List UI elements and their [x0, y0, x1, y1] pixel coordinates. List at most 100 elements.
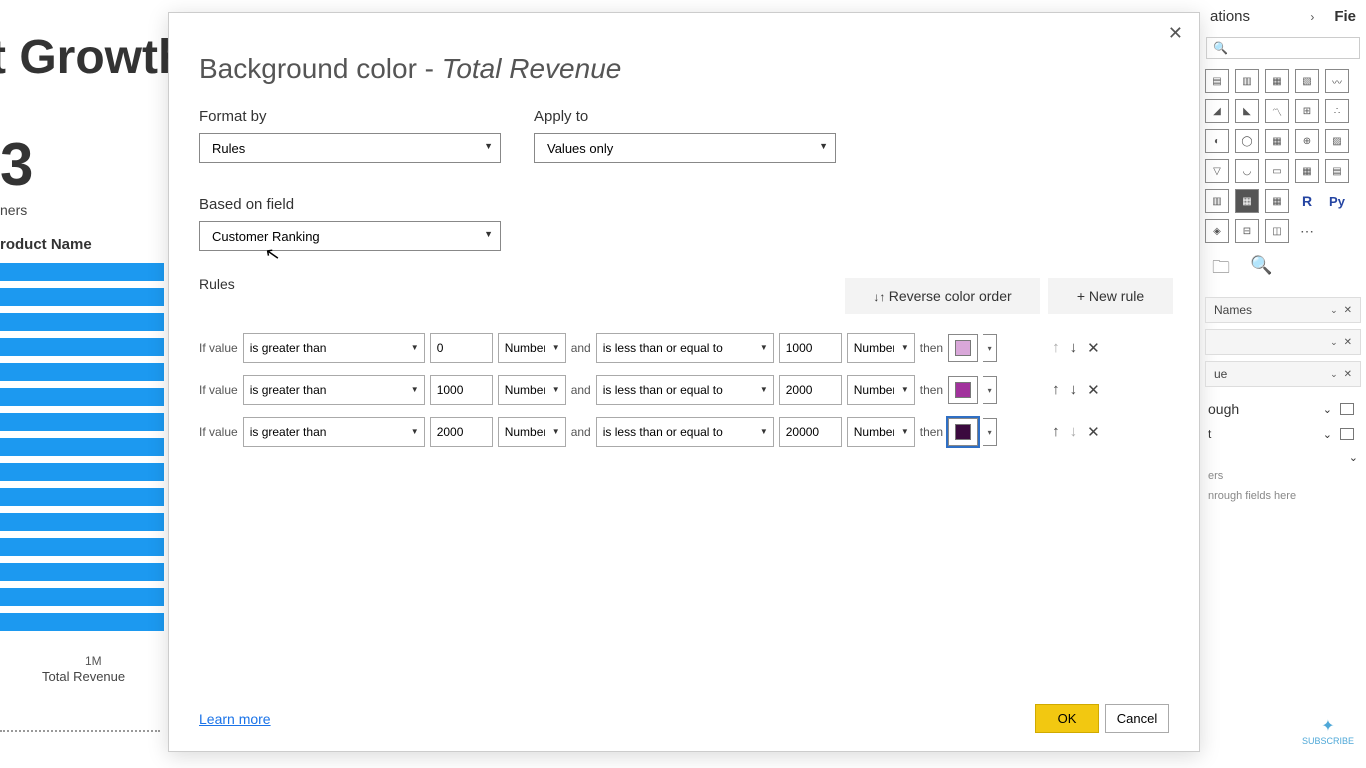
- move-down-icon[interactable]: ↓: [1070, 339, 1078, 357]
- based-on-field-select[interactable]: Customer Ranking: [199, 221, 501, 251]
- viz-stacked-area-icon[interactable]: ◣: [1235, 99, 1259, 123]
- delete-rule-icon[interactable]: ✕: [1087, 381, 1100, 399]
- viz-clustered-col-icon[interactable]: ▧: [1295, 69, 1319, 93]
- viz-filled-map-icon[interactable]: ▨: [1325, 129, 1349, 153]
- apply-to-label: Apply to: [534, 108, 836, 125]
- visual-title-partial: t Growth: [0, 30, 187, 85]
- delete-rule-icon[interactable]: ✕: [1087, 423, 1100, 441]
- rule-type1-select[interactable]: Number: [498, 375, 566, 405]
- viz-pie-icon[interactable]: ◐: [1205, 129, 1229, 153]
- fields-tab-icon[interactable]: 🗀: [1212, 255, 1230, 285]
- rule-if-label: If value: [199, 341, 238, 355]
- move-up-icon[interactable]: ↑: [1052, 339, 1060, 357]
- rule-type1-select[interactable]: Number: [498, 417, 566, 447]
- viz-scatter-icon[interactable]: ∴: [1325, 99, 1349, 123]
- format-by-select[interactable]: Rules: [199, 133, 501, 163]
- viz-qa-icon[interactable]: ◫: [1265, 219, 1289, 243]
- rule-type2-select[interactable]: Number: [847, 375, 915, 405]
- rule-op1-select[interactable]: is greater than: [243, 417, 425, 447]
- field-ue-value[interactable]: ue ⌄ ✕: [1205, 361, 1361, 387]
- rule-color-picker[interactable]: [948, 334, 978, 362]
- rule-and-label: and: [571, 383, 591, 397]
- rule-color-picker[interactable]: [948, 376, 978, 404]
- viz-stacked-col-icon[interactable]: ▦: [1265, 69, 1289, 93]
- new-rule-button[interactable]: New rule: [1048, 278, 1173, 314]
- rule-op2-select[interactable]: is less than or equal to: [596, 375, 774, 405]
- viz-card-icon[interactable]: ▭: [1265, 159, 1289, 183]
- color-dropdown-icon[interactable]: ▾: [983, 376, 997, 404]
- move-up-icon[interactable]: ↑: [1052, 423, 1060, 441]
- chevron-right-icon: ›: [1310, 10, 1314, 24]
- viz-table-icon[interactable]: ▦: [1235, 189, 1259, 213]
- fields-search-input[interactable]: 🔍: [1206, 37, 1360, 59]
- color-swatch: [955, 424, 971, 440]
- keep-filters-row[interactable]: ⌄: [1200, 443, 1366, 466]
- close-icon[interactable]: ✕: [1160, 19, 1191, 48]
- rule-val2-input[interactable]: [779, 417, 842, 447]
- viz-clustered-bar-icon[interactable]: ▥: [1235, 69, 1259, 93]
- learn-more-link[interactable]: Learn more: [199, 711, 271, 727]
- viz-funnel-icon[interactable]: ▽: [1205, 159, 1229, 183]
- divider: [0, 730, 160, 732]
- viz-treemap-icon[interactable]: ▦: [1265, 129, 1289, 153]
- apply-to-select[interactable]: Values only: [534, 133, 836, 163]
- rule-type1-select[interactable]: Number: [498, 333, 566, 363]
- ok-button[interactable]: OK: [1035, 704, 1099, 733]
- move-down-icon[interactable]: ↓: [1070, 423, 1078, 441]
- visualizations-pane-header[interactable]: ations › Fie: [1200, 0, 1366, 33]
- viz-waterfall-icon[interactable]: ⊞: [1295, 99, 1319, 123]
- viz-line-icon[interactable]: 〰: [1325, 69, 1349, 93]
- rule-val1-input[interactable]: [430, 333, 493, 363]
- viz-area-icon[interactable]: ◢: [1205, 99, 1229, 123]
- viz-python-icon[interactable]: Py: [1325, 189, 1349, 213]
- cancel-button[interactable]: Cancel: [1105, 704, 1169, 733]
- rule-val1-input[interactable]: [430, 417, 493, 447]
- chevron-down-icon: ⌄: [1323, 428, 1332, 441]
- move-up-icon[interactable]: ↑: [1052, 381, 1060, 399]
- color-dropdown-icon[interactable]: ▾: [983, 418, 997, 446]
- remove-field-icon[interactable]: ✕: [1344, 337, 1352, 348]
- cross-report-row[interactable]: t ⌄: [1200, 419, 1366, 443]
- rule-type2-select[interactable]: Number: [847, 333, 915, 363]
- visualizations-grid: ▤ ▥ ▦ ▧ 〰 ◢ ◣ 〽 ⊞ ∴ ◐ ◯ ▦ ⊕ ▨ ▽ ◡ ▭ ▦ ▤ …: [1200, 63, 1366, 249]
- format-tab-icon[interactable]: 🔍: [1250, 255, 1272, 285]
- rule-val1-input[interactable]: [430, 375, 493, 405]
- card-value: 3: [0, 130, 33, 199]
- move-down-icon[interactable]: ↓: [1070, 381, 1078, 399]
- viz-matrix-icon[interactable]: ▦: [1265, 189, 1289, 213]
- rule-op2-select[interactable]: is less than or equal to: [596, 417, 774, 447]
- chevron-down-icon: ⌄: [1323, 403, 1332, 416]
- viz-more-icon[interactable]: ⋯: [1295, 219, 1319, 243]
- rule-color-picker[interactable]: [948, 418, 978, 446]
- rule-op2-select[interactable]: is less than or equal to: [596, 333, 774, 363]
- delete-rule-icon[interactable]: ✕: [1087, 339, 1100, 357]
- viz-key-influencers-icon[interactable]: ◈: [1205, 219, 1229, 243]
- rule-op1-select[interactable]: is greater than: [243, 333, 425, 363]
- field-well[interactable]: ⌄ ✕: [1205, 329, 1361, 355]
- rule-op1-select[interactable]: is greater than: [243, 375, 425, 405]
- rule-and-label: and: [571, 341, 591, 355]
- rule-then-label: then: [920, 383, 943, 397]
- rule-type2-select[interactable]: Number: [847, 417, 915, 447]
- remove-field-icon[interactable]: ✕: [1344, 305, 1352, 316]
- viz-multi-card-icon[interactable]: ▦: [1295, 159, 1319, 183]
- rule-val2-input[interactable]: [779, 333, 842, 363]
- viz-stacked-bar-icon[interactable]: ▤: [1205, 69, 1229, 93]
- viz-r-icon[interactable]: R: [1295, 189, 1319, 213]
- viz-donut-icon[interactable]: ◯: [1235, 129, 1259, 153]
- field-names-value[interactable]: Names ⌄ ✕: [1205, 297, 1361, 323]
- viz-decomposition-icon[interactable]: ⊟: [1235, 219, 1259, 243]
- drillthrough-section[interactable]: ough ⌄: [1200, 393, 1366, 419]
- color-dropdown-icon[interactable]: ▾: [983, 334, 997, 362]
- remove-field-icon[interactable]: ✕: [1344, 369, 1352, 380]
- rule-val2-input[interactable]: [779, 375, 842, 405]
- viz-map-icon[interactable]: ⊕: [1295, 129, 1319, 153]
- reverse-color-order-button[interactable]: Reverse color order: [845, 278, 1040, 314]
- viz-kpi-icon[interactable]: ▤: [1325, 159, 1349, 183]
- based-on-field-label: Based on field: [199, 196, 501, 213]
- search-icon: 🔍: [1213, 41, 1228, 55]
- card-label-partial: ners: [0, 202, 27, 218]
- viz-slicer-icon[interactable]: ▥: [1205, 189, 1229, 213]
- viz-gauge-icon[interactable]: ◡: [1235, 159, 1259, 183]
- viz-ribbon-icon[interactable]: 〽: [1265, 99, 1289, 123]
